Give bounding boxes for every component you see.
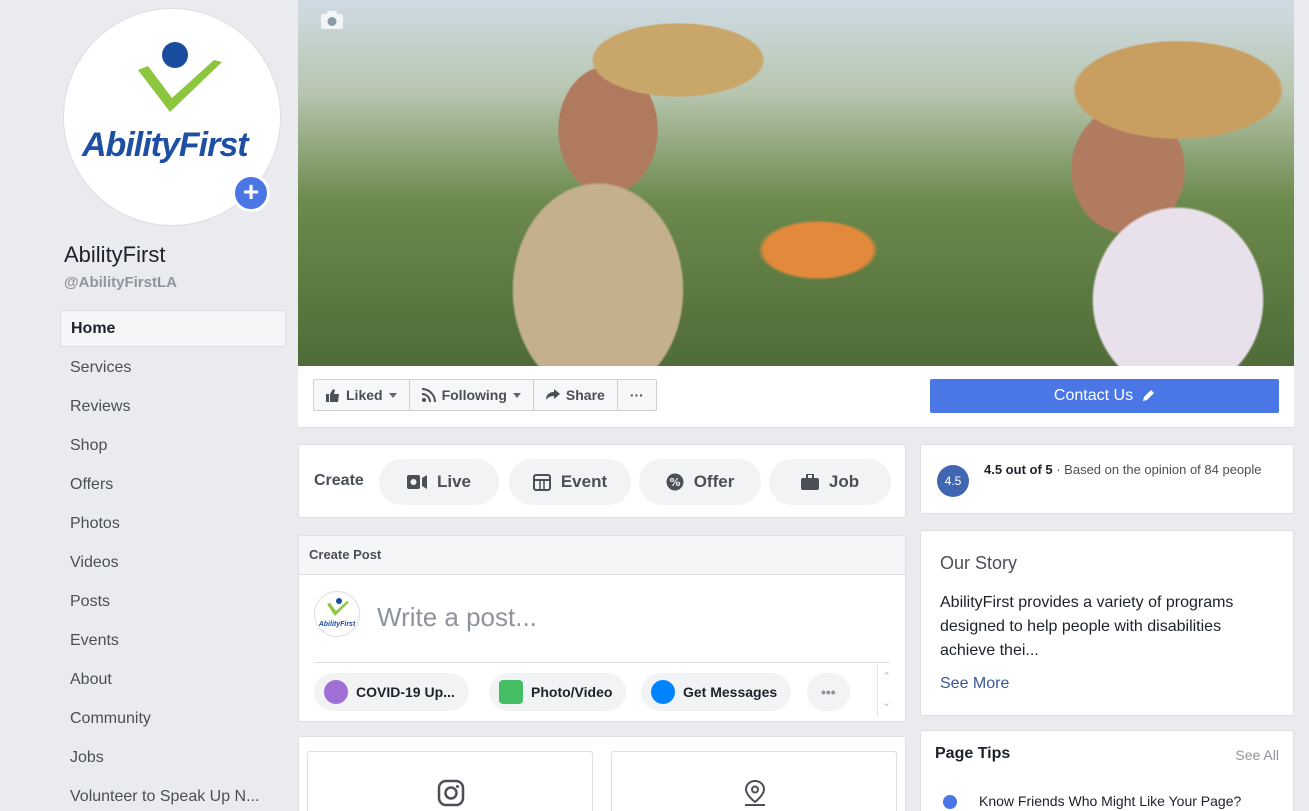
cover-photo[interactable] xyxy=(298,0,1294,366)
share-arrow-icon xyxy=(545,389,560,400)
location-pin-icon xyxy=(744,779,766,806)
covid-update-button[interactable]: COVID-19 Up... xyxy=(314,673,469,711)
contact-us-label: Contact Us xyxy=(1053,387,1134,404)
create-event-button[interactable]: Event xyxy=(509,459,631,505)
sidebar-item-jobs[interactable]: Jobs xyxy=(60,739,286,778)
heart-icon xyxy=(324,680,348,704)
rating-card[interactable]: 4.5 4.5 out of 5 · Based on the opinion … xyxy=(920,444,1294,514)
create-job-button[interactable]: Job xyxy=(769,459,891,505)
sidebar-item-posts[interactable]: Posts xyxy=(60,583,286,622)
share-button[interactable]: Share xyxy=(532,379,618,411)
offer-label: Offer xyxy=(693,472,735,491)
write-post-input[interactable]: Write a post... xyxy=(377,602,537,633)
sidebar-item-volunteer[interactable]: Volunteer to Speak Up N... xyxy=(60,778,286,811)
event-label: Event xyxy=(560,472,608,491)
add-photo-button[interactable]: + xyxy=(232,174,270,212)
create-post-header: Create Post xyxy=(299,536,905,575)
job-label: Job xyxy=(828,472,860,491)
page-tips-title: Page Tips xyxy=(935,745,1011,762)
sidebar-item-events[interactable]: Events xyxy=(60,622,286,661)
photo-video-button[interactable]: Photo/Video xyxy=(489,673,627,711)
rating-score: 4.5 out of 5 xyxy=(984,462,1053,477)
create-post-card: Create Post AbilityFirst Write a post...… xyxy=(298,535,906,722)
feature-cards-section xyxy=(298,736,906,811)
sidebar-item-services[interactable]: Services xyxy=(60,349,286,388)
share-label: Share xyxy=(565,387,605,403)
create-live-button[interactable]: Live xyxy=(379,459,499,505)
following-label: Following xyxy=(441,387,507,403)
sidebar-item-shop[interactable]: Shop xyxy=(60,427,286,466)
create-offer-button[interactable]: % Offer xyxy=(639,459,761,505)
sidebar-item-photos[interactable]: Photos xyxy=(60,505,286,544)
page-nav: Home Services Reviews Shop Offers Photos… xyxy=(60,310,286,811)
sidebar-item-community[interactable]: Community xyxy=(60,700,286,739)
calendar-icon xyxy=(532,474,551,491)
logo-check-mark xyxy=(138,60,222,112)
covid-update-label: COVID-19 Up... xyxy=(356,684,455,700)
photo-video-label: Photo/Video xyxy=(531,684,613,700)
avatar: AbilityFirst xyxy=(314,591,360,637)
location-card[interactable] xyxy=(611,751,897,811)
our-story-title: Our Story xyxy=(940,553,1018,573)
sidebar-item-home[interactable]: Home xyxy=(60,310,286,347)
page-title: AbilityFirst xyxy=(64,242,166,267)
live-video-icon xyxy=(406,475,427,489)
create-bar: Create Live Event % Offer Job xyxy=(298,444,906,518)
get-messages-label: Get Messages xyxy=(683,684,778,700)
instagram-card[interactable] xyxy=(307,751,593,811)
chevron-down-icon xyxy=(512,392,521,398)
left-sidebar: AbilityFirst + AbilityFirst @AbilityFirs… xyxy=(0,0,298,811)
page-tip-item[interactable]: Know Friends Who Might Like Your Page? xyxy=(979,793,1241,809)
more-icon: ··· xyxy=(629,387,644,403)
rating-detail: · Based on the opinion of 84 people xyxy=(1052,462,1262,477)
liked-label: Liked xyxy=(346,387,383,403)
get-messages-button[interactable]: Get Messages xyxy=(641,673,792,711)
chevron-down-icon xyxy=(388,392,397,398)
photo-icon xyxy=(499,680,523,704)
page-action-bar: Liked Following Share ··· Contact Us xyxy=(298,366,1294,428)
see-more-link[interactable]: See More xyxy=(940,675,1009,693)
rating-badge: 4.5 xyxy=(937,465,969,497)
logo-text: AbilityFirst xyxy=(82,126,249,164)
more-post-options-button[interactable]: ••• xyxy=(807,673,850,711)
abilityfirst-logo-icon: AbilityFirst xyxy=(318,598,356,628)
page-action-buttons: Liked Following Share ··· xyxy=(313,379,657,411)
sidebar-item-reviews[interactable]: Reviews xyxy=(60,388,286,427)
create-label: Create xyxy=(314,472,364,489)
sidebar-item-offers[interactable]: Offers xyxy=(60,466,286,505)
divider xyxy=(314,662,890,663)
lightbulb-icon xyxy=(943,795,957,809)
sidebar-item-about[interactable]: About xyxy=(60,661,286,700)
instagram-icon xyxy=(437,779,465,807)
our-story-card: Our Story AbilityFirst provides a variet… xyxy=(920,530,1294,716)
briefcase-icon xyxy=(800,474,819,490)
sidebar-item-videos[interactable]: Videos xyxy=(60,544,286,583)
svg-text:%: % xyxy=(669,476,680,489)
see-all-link[interactable]: See All xyxy=(1235,747,1279,763)
contact-us-button[interactable]: Contact Us xyxy=(930,379,1279,413)
live-label: Live xyxy=(436,472,472,491)
pencil-icon xyxy=(1143,390,1155,401)
rss-icon xyxy=(421,388,436,402)
messenger-icon xyxy=(651,680,675,704)
more-actions-button[interactable]: ··· xyxy=(616,379,657,411)
offer-tag-icon: % xyxy=(666,473,684,491)
liked-button[interactable]: Liked xyxy=(313,379,410,411)
more-icon: ••• xyxy=(821,684,836,700)
page-handle[interactable]: @AbilityFirstLA xyxy=(64,274,177,291)
page-tips-card: Page Tips See All Know Friends Who Might… xyxy=(920,730,1294,811)
camera-icon[interactable] xyxy=(320,10,344,30)
following-button[interactable]: Following xyxy=(408,379,534,411)
scroll-arrows[interactable]: ⌃ ⌄ xyxy=(877,664,895,716)
our-story-text: AbilityFirst provides a variety of progr… xyxy=(940,594,1234,659)
rating-summary: 4.5 out of 5 · Based on the opinion of 8… xyxy=(984,461,1274,479)
svg-text:AbilityFirst: AbilityFirst xyxy=(318,621,356,628)
thumbs-up-icon xyxy=(326,388,339,402)
